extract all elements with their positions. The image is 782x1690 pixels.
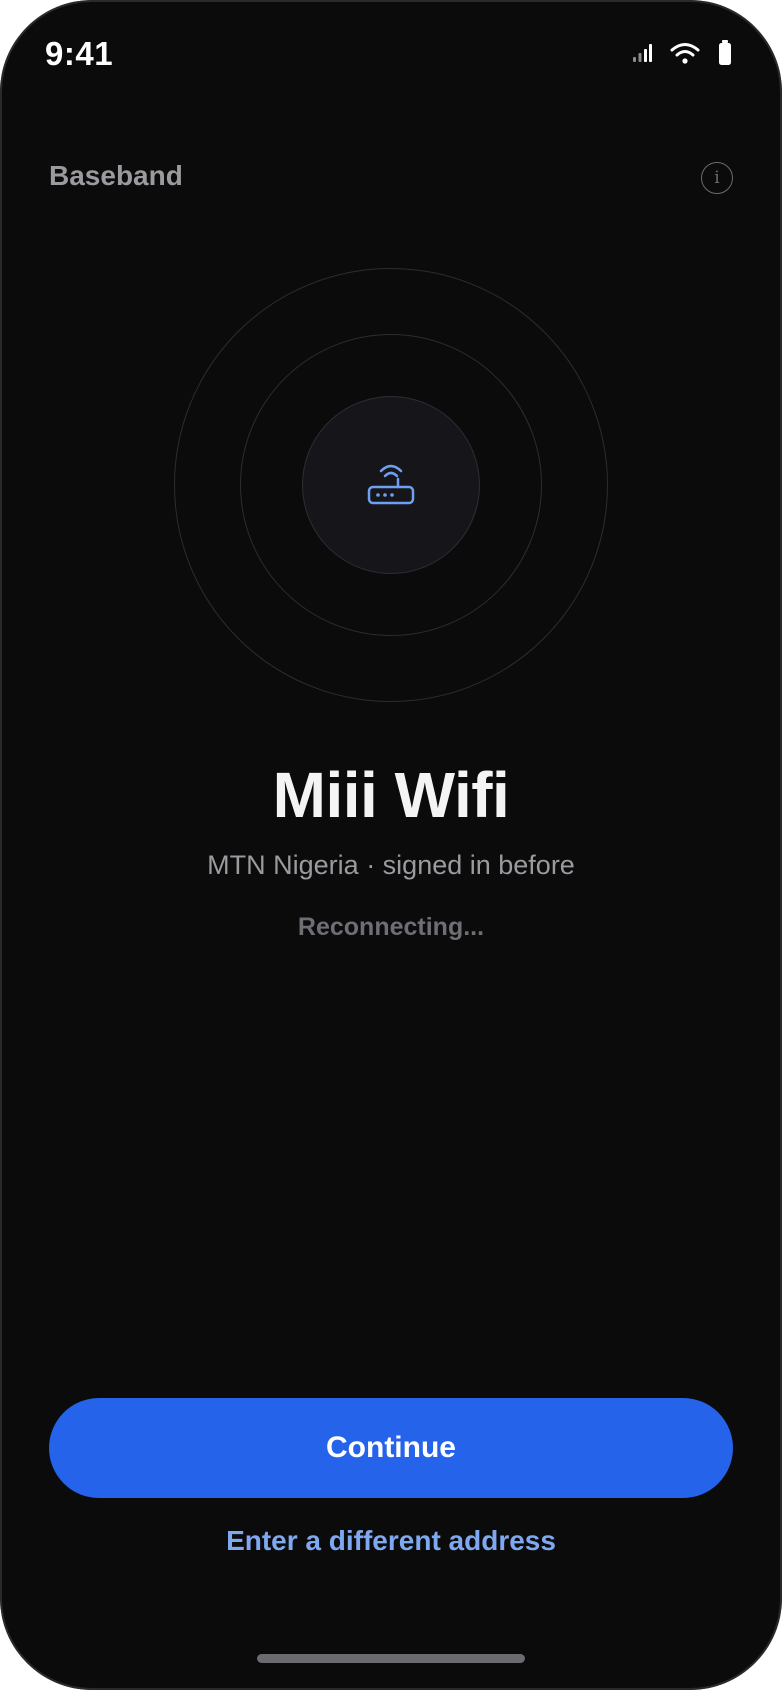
- connection-status: Reconnecting...: [297, 913, 485, 941]
- network-subtitle: MTN Nigeria · signed in before: [207, 850, 575, 880]
- cellular-signal-icon: [632, 43, 652, 68]
- phone-screen: 9:41 Baseband i Miii Wifi MTN Nigeria · …: [0, 0, 782, 1690]
- brand-name: Baseband: [49, 160, 183, 191]
- different-address-link[interactable]: Enter a different address: [0, 1525, 782, 1557]
- wifi-icon: [670, 42, 700, 69]
- battery-icon: [718, 40, 732, 71]
- signal-rings: [174, 268, 608, 702]
- status-icons: [632, 40, 732, 71]
- router-icon: [365, 459, 417, 511]
- app-header: Baseband i: [49, 150, 733, 206]
- status-bar: 9:41: [0, 0, 782, 110]
- continue-button[interactable]: Continue: [49, 1398, 733, 1498]
- home-indicator: [257, 1654, 525, 1663]
- network-name: Miii Wifi: [272, 759, 510, 831]
- info-icon[interactable]: i: [701, 162, 733, 194]
- status-time: 9:41: [45, 35, 114, 72]
